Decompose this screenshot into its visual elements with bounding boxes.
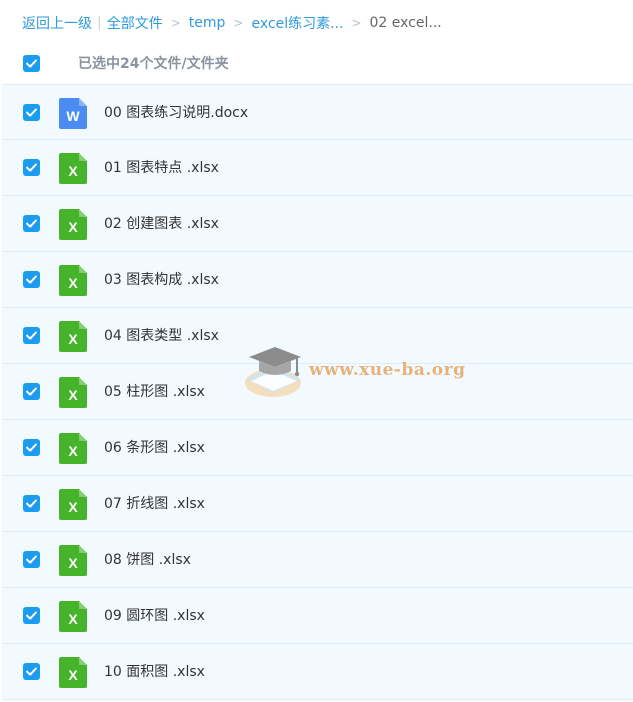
chevron-right-icon: > [170, 16, 181, 30]
checkmark-icon [26, 108, 37, 117]
excel-file-icon: X [59, 601, 87, 632]
excel-file-icon: X [59, 153, 87, 184]
back-link[interactable]: 返回上一级 [22, 13, 92, 33]
breadcrumb: 返回上一级 | 全部文件 > temp > excel练习素... > 02 e… [22, 12, 442, 34]
excel-file-icon: X [59, 321, 87, 352]
breadcrumb-item-temp[interactable]: temp [189, 15, 226, 31]
checkmark-icon [26, 443, 37, 452]
file-row[interactable]: X 08 饼图 .xlsx [2, 532, 633, 588]
file-type-letter: X [68, 275, 78, 291]
file-checkbox[interactable] [23, 159, 40, 176]
excel-file-icon: X [59, 489, 87, 520]
file-manager: 返回上一级 | 全部文件 > temp > excel练习素... > 02 e… [0, 0, 633, 702]
file-name[interactable]: 05 柱形图 .xlsx [104, 381, 205, 401]
checkmark-icon [26, 331, 37, 340]
excel-file-icon: X [59, 377, 87, 408]
file-row[interactable]: X 05 柱形图 .xlsx [2, 364, 633, 420]
checkmark-icon [26, 611, 37, 620]
file-type-letter: X [68, 667, 78, 683]
file-checkbox[interactable] [23, 607, 40, 624]
file-row[interactable]: X 01 图表特点 .xlsx [2, 140, 633, 196]
file-name[interactable]: 02 创建图表 .xlsx [104, 213, 219, 233]
file-name[interactable]: 09 圆环图 .xlsx [104, 605, 205, 625]
file-type-letter: X [68, 443, 78, 459]
file-checkbox[interactable] [23, 327, 40, 344]
checkmark-icon [26, 163, 37, 172]
file-checkbox[interactable] [23, 439, 40, 456]
breadcrumb-current: 02 excel... [369, 15, 442, 31]
file-type-letter: X [68, 331, 78, 347]
file-type-letter: X [68, 499, 78, 515]
file-row[interactable]: W 00 图表练习说明.docx [2, 84, 633, 140]
file-row[interactable]: X 07 折线图 .xlsx [2, 476, 633, 532]
file-type-letter: X [68, 611, 78, 627]
file-checkbox[interactable] [23, 551, 40, 568]
file-type-letter: X [68, 163, 78, 179]
file-type-letter: W [66, 108, 80, 124]
file-name[interactable]: 07 折线图 .xlsx [104, 493, 205, 513]
excel-file-icon: X [59, 209, 87, 240]
file-row[interactable]: X 10 面积图 .xlsx [2, 644, 633, 700]
file-list: W 00 图表练习说明.docx X 01 图表特点 .xlsx X 02 创建图表 .x… [2, 84, 633, 700]
chevron-right-icon: > [233, 16, 244, 30]
file-name[interactable]: 01 图表特点 .xlsx [104, 157, 219, 177]
file-checkbox[interactable] [23, 383, 40, 400]
checkmark-icon [26, 59, 37, 68]
excel-file-icon: X [59, 265, 87, 296]
file-row[interactable]: X 02 创建图表 .xlsx [2, 196, 633, 252]
breadcrumb-divider: | [97, 15, 102, 31]
checkmark-icon [26, 499, 37, 508]
select-all-row: 已选中24个文件/文件夹 [0, 50, 633, 78]
file-name[interactable]: 08 饼图 .xlsx [104, 549, 191, 569]
file-checkbox[interactable] [23, 663, 40, 680]
file-type-letter: X [68, 555, 78, 571]
breadcrumb-item-excel-folder[interactable]: excel练习素... [251, 13, 343, 33]
word-file-icon: W [59, 98, 87, 129]
excel-file-icon: X [59, 657, 87, 688]
file-row[interactable]: X 03 图表构成 .xlsx [2, 252, 633, 308]
file-name[interactable]: 04 图表类型 .xlsx [104, 325, 219, 345]
file-name[interactable]: 00 图表练习说明.docx [104, 102, 248, 122]
file-checkbox[interactable] [23, 215, 40, 232]
file-checkbox[interactable] [23, 271, 40, 288]
breadcrumb-item-all-files[interactable]: 全部文件 [107, 13, 163, 33]
checkmark-icon [26, 387, 37, 396]
checkmark-icon [26, 667, 37, 676]
file-name[interactable]: 06 条形图 .xlsx [104, 437, 205, 457]
selection-count: 已选中24个文件/文件夹 [78, 56, 229, 72]
file-row[interactable]: X 06 条形图 .xlsx [2, 420, 633, 476]
file-name[interactable]: 03 图表构成 .xlsx [104, 269, 219, 289]
select-all-checkbox[interactable] [23, 55, 40, 72]
excel-file-icon: X [59, 433, 87, 464]
file-row[interactable]: X 04 图表类型 .xlsx [2, 308, 633, 364]
file-type-letter: X [68, 219, 78, 235]
checkmark-icon [26, 555, 37, 564]
chevron-right-icon: > [351, 16, 362, 30]
file-checkbox[interactable] [23, 104, 40, 121]
checkmark-icon [26, 219, 37, 228]
file-name[interactable]: 10 面积图 .xlsx [104, 661, 205, 681]
file-row[interactable]: X 09 圆环图 .xlsx [2, 588, 633, 644]
file-type-letter: X [68, 387, 78, 403]
file-checkbox[interactable] [23, 495, 40, 512]
checkmark-icon [26, 275, 37, 284]
excel-file-icon: X [59, 545, 87, 576]
